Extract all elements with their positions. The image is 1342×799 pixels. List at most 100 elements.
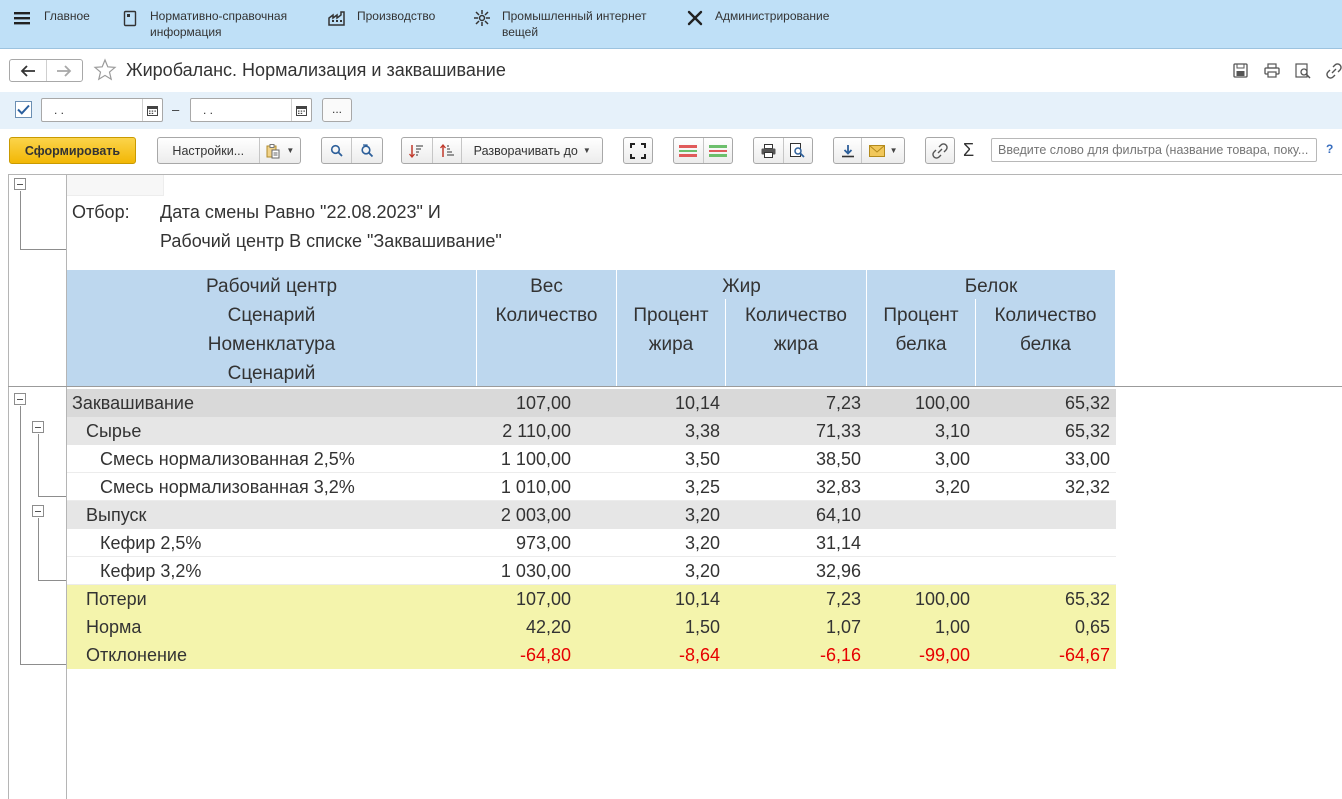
export-group: ▼	[833, 137, 905, 164]
generate-button[interactable]: Сформировать	[9, 137, 136, 164]
value-cell-prot-qty[interactable]: 32,32	[67, 473, 1110, 501]
title-tools	[1232, 62, 1342, 79]
print-button[interactable]	[754, 138, 783, 163]
help-button[interactable]: ?	[1326, 142, 1333, 156]
value-cell-prot-qty[interactable]: 33,00	[67, 445, 1110, 473]
header-line: белка	[1020, 334, 1071, 355]
nav-item-label: Нормативно-справочная информация	[150, 9, 288, 39]
sort-ascending-icon	[409, 144, 424, 158]
group-rows-red-icon	[679, 144, 698, 157]
header-line: Процент	[633, 305, 709, 326]
download-button[interactable]	[834, 138, 861, 163]
nav-item-iot[interactable]: Промышленный интернет вещей	[472, 8, 647, 40]
value-cell-prot-qty[interactable]: 65,32	[67, 389, 1110, 417]
table-row[interactable]: Сырье 2 110,00 3,38 71,33 3,10 65,32	[67, 417, 1116, 445]
preview-icon[interactable]	[1294, 62, 1311, 79]
variants-dropdown[interactable]: ▼	[258, 138, 300, 163]
iot-icon	[472, 8, 492, 28]
value-cell-prot-qty[interactable]	[67, 557, 1110, 585]
report-spreadsheet: Отбор: Дата смены Равно "22.08.2023" И Р…	[0, 174, 1342, 799]
expand-to-label: Разворачивать до	[473, 143, 578, 158]
factory-icon	[327, 8, 347, 28]
nav-item-main[interactable]: Главное	[12, 8, 90, 28]
group-rows-green-icon	[708, 144, 727, 157]
table-row[interactable]: Норма 42,20 1,50 1,07 1,00 0,65	[67, 613, 1116, 641]
header-line: жира	[648, 334, 694, 355]
expand-to-dropdown[interactable]: Разворачивать до ▼	[461, 138, 602, 163]
chevron-down-icon: ▼	[889, 146, 898, 155]
favorite-star-icon[interactable]	[93, 58, 117, 87]
collapse-group-toggle[interactable]	[14, 178, 26, 190]
date-to-input[interactable]: . .	[190, 98, 312, 122]
header-protein-percent: Процент белка	[867, 301, 975, 359]
header-line: Рабочий центр	[205, 276, 338, 297]
period-checkbox[interactable]	[15, 101, 32, 118]
link-button[interactable]	[925, 137, 955, 164]
date-from-input[interactable]: . .	[41, 98, 163, 122]
hamburger-icon[interactable]	[12, 8, 32, 28]
value-cell-prot-qty[interactable]: 0,65	[67, 613, 1110, 641]
send-email-dropdown[interactable]: ▼	[861, 138, 904, 163]
header-protein-title: Белок	[964, 276, 1018, 297]
link-icon[interactable]	[1325, 62, 1342, 79]
save-icon[interactable]	[1232, 62, 1249, 79]
value-cell-prot-qty[interactable]	[67, 529, 1110, 557]
forward-button[interactable]	[45, 60, 83, 81]
header-line: Сценарий	[227, 363, 316, 384]
clipboard-icon	[266, 143, 280, 158]
table-row[interactable]: Заквашивание 107,00 10,14 7,23 100,00 65,32	[67, 389, 1116, 417]
value-cell-prot-qty[interactable]: 65,32	[67, 585, 1110, 613]
fullscreen-button[interactable]	[623, 137, 653, 164]
table-row[interactable]: Потери 107,00 10,14 7,23 100,00 65,32	[67, 585, 1116, 613]
expand-groups-button[interactable]	[702, 138, 732, 163]
group-line	[20, 191, 21, 249]
nav-item-admin[interactable]: Администрирование	[685, 8, 829, 28]
table-row[interactable]: Кефир 3,2% 1 030,00 3,20 32,96	[67, 557, 1116, 585]
table-row[interactable]: Отклонение -64,80 -8,64 -6,16 -99,00 -64,67	[67, 641, 1116, 669]
nav-item-label: Администрирование	[715, 9, 830, 23]
page-title: Жиробаланс. Нормализация и заквашивание	[126, 60, 506, 80]
envelope-icon	[868, 144, 885, 157]
header-line: Номенклатура	[207, 334, 336, 355]
print-icon[interactable]	[1263, 62, 1280, 79]
back-button[interactable]	[10, 60, 46, 81]
settings-group: Настройки... ▼	[157, 137, 301, 164]
print-preview-button[interactable]	[782, 138, 812, 163]
group-line	[38, 580, 66, 581]
sum-button[interactable]: Σ	[963, 140, 974, 161]
document-icon	[120, 8, 140, 28]
calendar-icon[interactable]	[142, 99, 162, 121]
table-row[interactable]: Кефир 2,5% 973,00 3,20 31,14	[67, 529, 1116, 557]
nav-item-reference[interactable]: Нормативно-справочная информация	[120, 8, 287, 40]
print-preview-icon	[790, 143, 806, 158]
settings-button[interactable]: Настройки...	[158, 138, 259, 163]
collapse-groups-button[interactable]	[674, 138, 703, 163]
history-navigation	[9, 59, 83, 82]
search-button[interactable]	[322, 138, 351, 163]
collapse-group-toggle[interactable]	[14, 393, 26, 405]
value-cell-prot-qty[interactable]	[67, 501, 1110, 529]
sort-asc-button[interactable]	[402, 138, 432, 163]
collapse-group-toggle[interactable]	[32, 505, 44, 517]
filter-search-input[interactable]	[991, 138, 1317, 162]
collapse-group-toggle[interactable]	[32, 421, 44, 433]
group-line	[38, 518, 39, 580]
header-fat-percent: Процент жира	[617, 301, 725, 359]
grid-left-border	[8, 174, 9, 799]
top-navigation: Главное Нормативно-справочная информация…	[0, 0, 1342, 49]
header-group-title: Рабочий центр Сценарий Номенклатура Сцен…	[67, 272, 476, 388]
report-toolbar: Сформировать Настройки... ▼ Разворачиват…	[0, 137, 1342, 165]
value-cell-prot-qty[interactable]: 65,32	[67, 417, 1110, 445]
sort-desc-button[interactable]	[431, 138, 462, 163]
period-select-button[interactable]: ...	[322, 98, 352, 122]
nav-item-label: Производство	[357, 9, 436, 23]
calendar-icon[interactable]	[291, 99, 311, 121]
table-row[interactable]: Смесь нормализованная 3,2% 1 010,00 3,25 32…	[67, 473, 1116, 501]
group-line	[38, 434, 39, 496]
nav-item-production[interactable]: Производство	[327, 8, 435, 28]
sort-descending-icon	[439, 143, 454, 157]
value-cell-prot-qty[interactable]: -64,67	[67, 641, 1110, 669]
table-row[interactable]: Смесь нормализованная 2,5% 1 100,00 3,50 38…	[67, 445, 1116, 473]
table-row[interactable]: Выпуск 2 003,00 3,20 64,10	[67, 501, 1116, 529]
search-next-button[interactable]	[351, 138, 382, 163]
